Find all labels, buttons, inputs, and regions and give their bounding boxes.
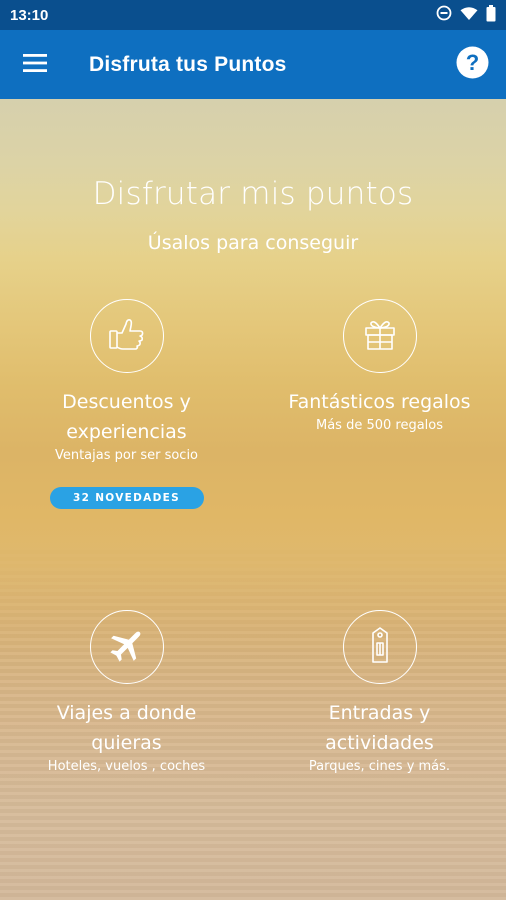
tile-title-line1: Descuentos y bbox=[62, 391, 191, 413]
tile-title-line2: experiencias bbox=[66, 421, 187, 443]
tile-descuentos[interactable]: Descuentos y experiencias Ventajas por s… bbox=[0, 299, 253, 509]
battery-icon bbox=[486, 4, 496, 26]
tile-title-line2: quieras bbox=[91, 732, 162, 754]
page-title: Disfruta tus Puntos bbox=[89, 52, 287, 76]
app-bar: Disfruta tus Puntos ? bbox=[0, 30, 506, 99]
hero-section: Disfrutar mis puntos Úsalos para consegu… bbox=[0, 99, 506, 900]
wifi-icon bbox=[460, 6, 478, 25]
tile-subtitle: Ventajas por ser socio bbox=[54, 448, 199, 463]
tile-title-line1: Entradas y bbox=[328, 702, 431, 724]
status-bar: 13:10 bbox=[0, 0, 506, 30]
tile-title-line2: actividades bbox=[325, 732, 434, 754]
tile-title-line1: Fantásticos regalos bbox=[288, 391, 471, 413]
tile-subtitle: Hoteles, vuelos , coches bbox=[47, 759, 206, 774]
status-time: 13:10 bbox=[10, 6, 49, 24]
tile-icon-circle bbox=[89, 299, 164, 373]
tile-icon-circle bbox=[342, 299, 417, 373]
gift-icon bbox=[361, 315, 399, 357]
menu-button[interactable] bbox=[0, 30, 70, 99]
tile-viajes[interactable]: Viajes a donde quieras Hoteles, vuelos ,… bbox=[0, 610, 253, 776]
tile-entradas[interactable]: Entradas y actividades Parques, cines y … bbox=[253, 610, 506, 776]
airplane-icon bbox=[107, 625, 147, 669]
help-button[interactable]: ? bbox=[456, 46, 489, 83]
novedades-badge[interactable]: 32 NOVEDADES bbox=[49, 487, 204, 509]
thumbs-up-icon bbox=[107, 314, 147, 358]
hamburger-menu-icon bbox=[23, 53, 47, 76]
do-not-disturb-icon bbox=[436, 5, 452, 25]
tile-subtitle: Más de 500 regalos bbox=[315, 418, 444, 433]
hero-subheading: Úsalos para conseguir bbox=[147, 232, 359, 254]
tile-title-line1: Viajes a donde bbox=[56, 702, 197, 724]
svg-text:?: ? bbox=[466, 50, 479, 75]
tile-regalos[interactable]: Fantásticos regalos Más de 500 regalos bbox=[253, 299, 506, 435]
hero-headline: Disfrutar mis puntos bbox=[92, 176, 414, 212]
tile-subtitle: Parques, cines y más. bbox=[308, 759, 451, 774]
tile-icon-circle bbox=[342, 610, 417, 684]
help-icon: ? bbox=[456, 46, 489, 83]
ticket-icon bbox=[362, 625, 398, 669]
tile-icon-circle bbox=[89, 610, 164, 684]
status-icons bbox=[436, 4, 496, 26]
